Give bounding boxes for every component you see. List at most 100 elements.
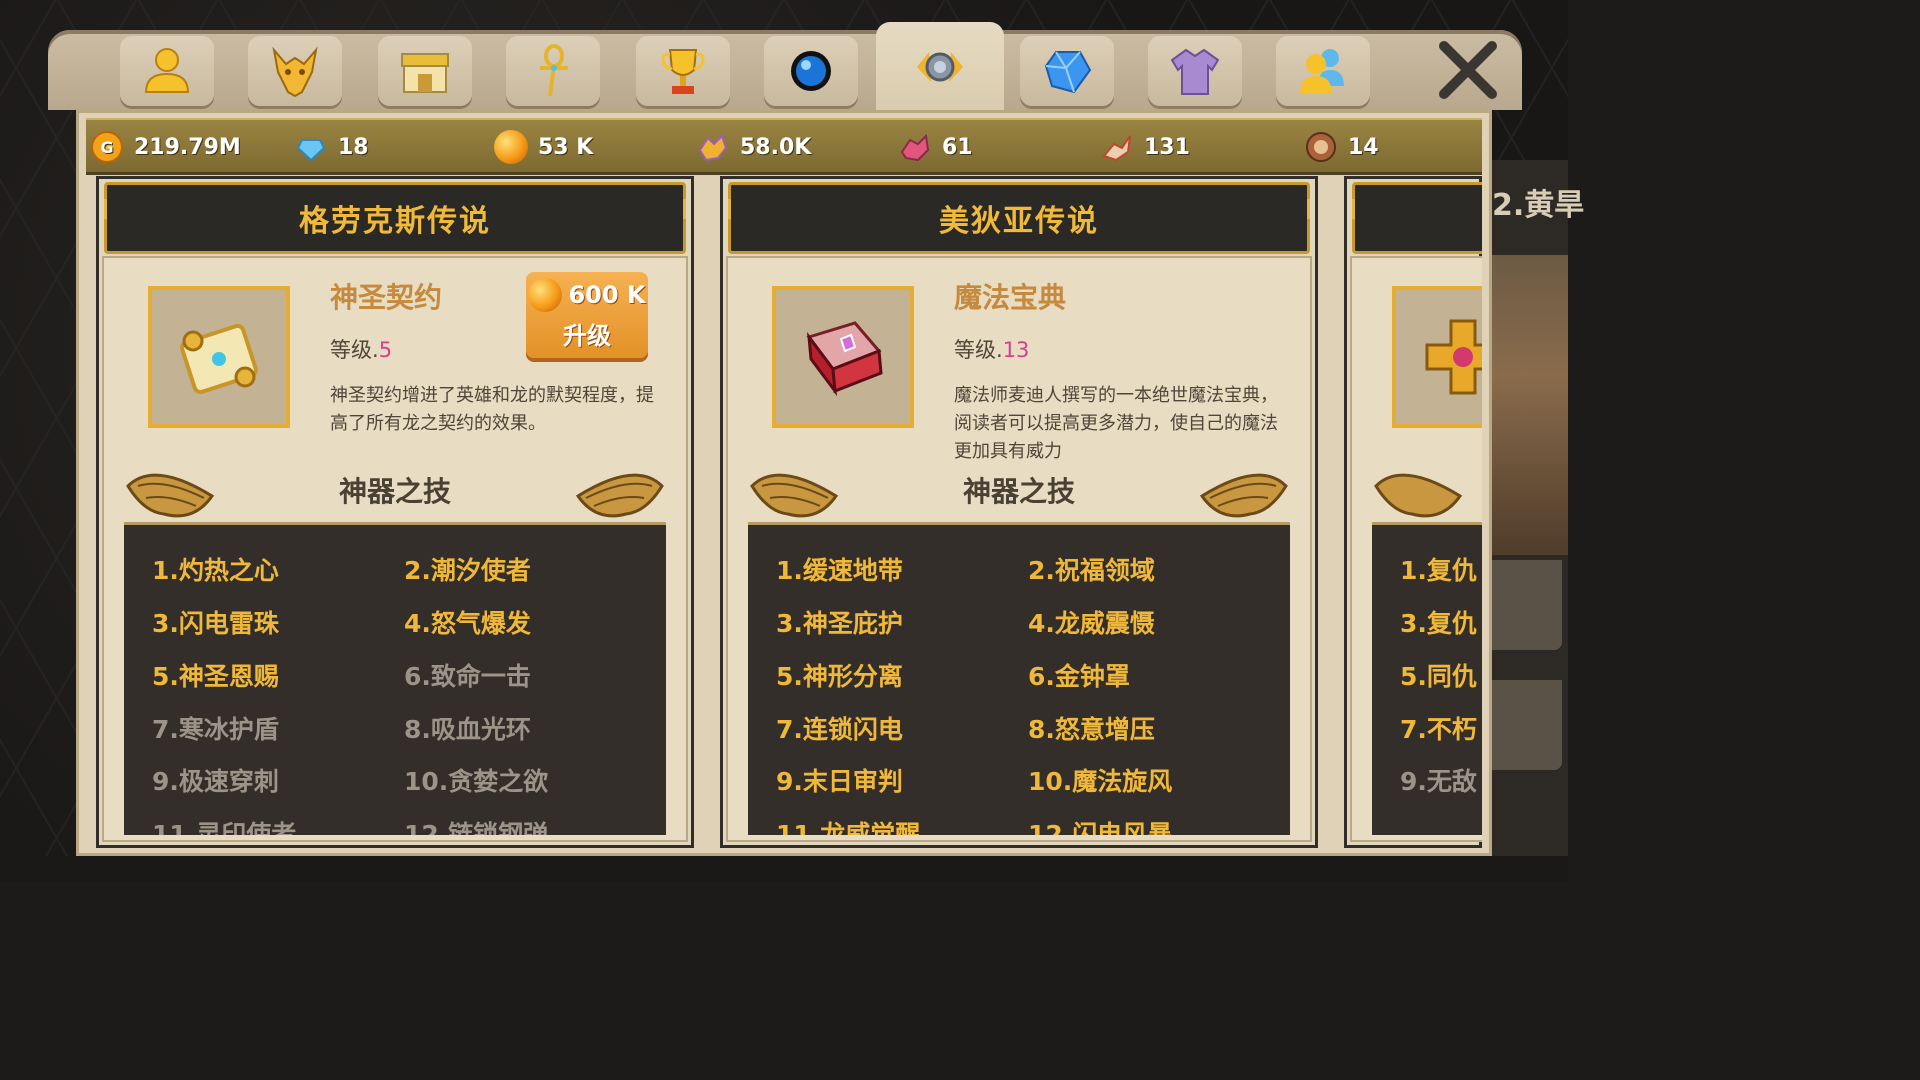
skill-item: 2.祝福领域: [1028, 556, 1155, 585]
resource-pink-gem: 61: [898, 130, 973, 164]
artifact-image: [148, 286, 290, 428]
skill-item: 4.龙威震慑: [1028, 609, 1155, 638]
skill-item: 5.神圣恩赐: [152, 662, 279, 691]
magic-tome-icon: [806, 321, 883, 397]
artifact-level: 等级.13: [954, 334, 1029, 364]
token-amount: 14: [1348, 134, 1379, 160]
skill-item: 1.灼热之心: [152, 556, 279, 585]
skill-item: 7.寒冰护盾: [152, 715, 279, 744]
level-value: 13: [1002, 338, 1030, 362]
resource-diamond: 18: [294, 130, 369, 164]
upgrade-label: 升级: [563, 322, 611, 350]
artifact-card-partial: 1.复仇 3.复仇 5.同仇 7.不朽 9.无敌: [1344, 176, 1482, 848]
artifact-card-medea: 美狄亚传说 魔法宝典 等级.13 魔法师麦迪人撰写的一本绝世魔法宝典，阅读者可以…: [720, 176, 1318, 848]
upgrade-button[interactable]: 600 K 升级: [526, 272, 648, 358]
artifact-name: 神圣契约: [330, 281, 443, 314]
wing-left-icon: [1374, 473, 1462, 518]
side-button[interactable]: [1492, 560, 1562, 650]
resource-dragon-soul: 58.0K: [696, 130, 811, 164]
tab-hero[interactable]: [120, 36, 214, 106]
upgrade-cost: 600 K: [568, 281, 646, 309]
crystal-icon: [1044, 51, 1092, 94]
card-body: 神圣契约 等级.5 神圣契约增进了英雄和龙的默契程度，提高了所有龙之契约的效果。…: [102, 256, 688, 842]
card-body: 魔法宝典 等级.13 魔法师麦迪人撰写的一本绝世魔法宝典，阅读者可以提高更多潜力…: [726, 256, 1312, 842]
svg-text:G: G: [100, 138, 113, 157]
tab-trophy[interactable]: [636, 36, 730, 106]
orb-icon: [791, 51, 831, 91]
pink-dragon-icon: [900, 133, 930, 162]
skill-item: 3.复仇: [1400, 609, 1477, 638]
orb-amount: 53 K: [538, 134, 594, 160]
pink-gem-amount: 61: [942, 134, 973, 160]
tab-orb[interactable]: [764, 36, 858, 106]
orb-currency-icon: [528, 278, 563, 312]
feather-amount: 131: [1144, 134, 1190, 160]
header-ornament-left: [728, 199, 751, 219]
bottom-bar: [0, 856, 1568, 882]
tab-friends[interactable]: [1276, 36, 1370, 106]
tab-crystal[interactable]: [1020, 36, 1114, 106]
sacred-scroll-icon: [180, 323, 258, 395]
skill-item: 10.魔法旋风: [1028, 767, 1173, 796]
feather-icon: [1102, 135, 1131, 162]
card-title: 格劳克斯传说: [299, 204, 491, 239]
artifact-level: 等级.5: [330, 334, 392, 364]
skills-header: 神器之技: [124, 456, 666, 520]
dragon-soul-icon: [698, 134, 728, 162]
resource-token: 14: [1304, 130, 1379, 164]
resource-feather: 131: [1100, 130, 1190, 164]
skill-item: 12.链锁钢弹: [404, 820, 549, 835]
skill-item: 8.吸血光环: [404, 715, 531, 744]
wing-right-icon: [1200, 473, 1288, 518]
card-header: 格劳克斯传说: [104, 182, 686, 254]
card-body: 1.复仇 3.复仇 5.同仇 7.不朽 9.无敌: [1350, 256, 1482, 842]
dragon-soul-amount: 58.0K: [740, 134, 812, 160]
skill-item: 2.潮汐使者: [404, 556, 531, 585]
skill-item: 7.不朽: [1400, 715, 1477, 744]
resource-bar: G 219.79M 18 53 K 58.0K 61 131 14: [86, 118, 1482, 175]
artifact-icon: [917, 52, 963, 82]
skill-item: 12.闪电风暴: [1028, 820, 1173, 835]
tab-outfit[interactable]: [1148, 36, 1242, 106]
artifact-description: 魔法师麦迪人撰写的一本绝世魔法宝典，阅读者可以提高更多潜力，使自己的魔法更加具有…: [954, 385, 1278, 462]
tab-dragon[interactable]: [248, 36, 342, 106]
close-icon: [1439, 41, 1497, 99]
skill-item: 6.致命一击: [404, 662, 531, 691]
close-button[interactable]: [1436, 38, 1500, 102]
skill-item: 1.复仇: [1400, 556, 1477, 585]
skill-item: 7.连锁闪电: [776, 715, 903, 744]
skills-header: 神器之技: [748, 456, 1290, 520]
skills-list: 1.复仇 3.复仇 5.同仇 7.不朽 9.无敌: [1372, 522, 1482, 835]
artifact-name: 魔法宝典: [954, 281, 1067, 314]
header-ornament-left: [1352, 199, 1375, 219]
shirt-icon: [1170, 48, 1220, 95]
tab-artifact[interactable]: [876, 22, 1004, 112]
skills-header: [1372, 456, 1482, 520]
golden-cross-icon: [1425, 319, 1482, 395]
header-ornament-right: [1287, 199, 1310, 219]
card-title: 美狄亚传说: [939, 204, 1099, 239]
tab-shop[interactable]: [378, 36, 472, 106]
side-panel: 2.黄旱: [1492, 160, 1584, 882]
skill-item: 1.缓速地带: [776, 556, 903, 585]
skill-item: 11.龙威觉醒: [776, 820, 921, 835]
level-label: 等级.: [330, 338, 379, 362]
ankh-icon: [540, 44, 568, 97]
resource-orb: 53 K: [494, 130, 593, 164]
artifact-description: 神圣契约增进了英雄和龙的默契程度，提高了所有龙之契约的效果。: [330, 385, 654, 434]
diamond-amount: 18: [338, 134, 369, 160]
side-button[interactable]: [1492, 680, 1562, 770]
skills-list: 1.缓速地带 2.祝福领域 3.神圣庇护 4.龙威震慑 5.神形分离 6.金钟罩…: [748, 522, 1290, 835]
card-header: 美狄亚传说: [728, 182, 1310, 254]
skill-item: 3.神圣庇护: [776, 609, 903, 638]
gold-coin-icon: G: [91, 131, 123, 163]
dragon-head-icon: [272, 46, 318, 98]
gold-amount: 219.79M: [134, 134, 241, 160]
side-label: 2.黄旱: [1492, 188, 1585, 223]
token-icon: [1306, 132, 1336, 162]
side-scene-image: [1492, 255, 1568, 555]
skill-item: 5.同仇: [1400, 662, 1477, 691]
tab-ankh[interactable]: [506, 36, 600, 106]
skill-item: 6.金钟罩: [1028, 662, 1130, 691]
artifact-card-glaucus: 格劳克斯传说 神圣契约 等级.5 神圣契约增进了英雄和龙的默契程度，提高了所有龙…: [96, 176, 694, 848]
